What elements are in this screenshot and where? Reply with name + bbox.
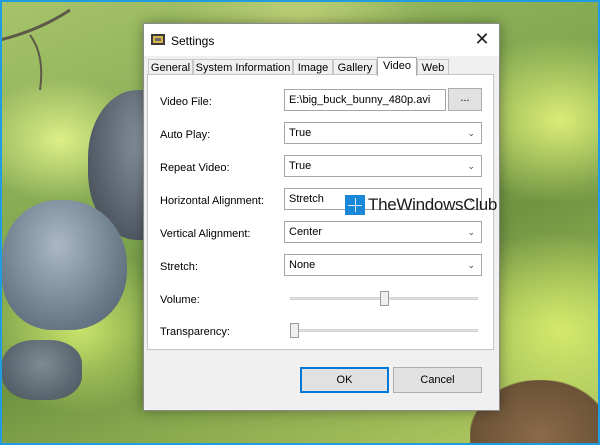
tab-general[interactable]: General: [148, 59, 193, 75]
chevron-down-icon: ⌄: [467, 128, 475, 138]
tab-gallery[interactable]: Gallery: [333, 59, 377, 75]
horizontal-alignment-value: Stretch: [289, 193, 324, 205]
repeat-video-select[interactable]: True ⌄: [284, 155, 482, 177]
close-icon: ✕: [474, 28, 490, 49]
auto-play-value: True: [289, 127, 312, 139]
horizontal-alignment-label: Horizontal Alignment:: [160, 195, 264, 207]
chevron-down-icon: ⌄: [467, 260, 475, 270]
tab-web[interactable]: Web: [417, 59, 449, 75]
close-button[interactable]: ✕: [465, 24, 499, 54]
volume-slider-thumb[interactable]: [379, 291, 389, 306]
title-bar: Settings ✕: [144, 24, 499, 56]
tab-image[interactable]: Image: [293, 59, 333, 75]
watermark-text: TheWindowsClub: [368, 195, 498, 214]
browse-button[interactable]: ...: [448, 88, 482, 111]
tab-video[interactable]: Video: [377, 57, 417, 76]
tab-system-information[interactable]: System Information: [193, 59, 293, 75]
stretch-select[interactable]: None ⌄: [284, 254, 482, 276]
settings-dialog: Settings ✕ General System Information Im…: [143, 23, 500, 411]
watermark: TheWindowsClub: [345, 195, 497, 215]
repeat-video-value: True: [289, 160, 312, 172]
auto-play-select[interactable]: True ⌄: [284, 122, 482, 144]
transparency-slider-thumb[interactable]: [290, 323, 299, 338]
stretch-label: Stretch:: [160, 261, 198, 273]
ok-button[interactable]: OK: [300, 367, 389, 393]
cancel-button[interactable]: Cancel: [393, 367, 482, 393]
video-file-input[interactable]: E:\big_buck_bunny_480p.avi: [284, 89, 446, 111]
repeat-video-label: Repeat Video:: [160, 162, 230, 174]
volume-label: Volume:: [160, 294, 200, 306]
vertical-alignment-label: Vertical Alignment:: [160, 228, 251, 240]
stretch-value: None: [289, 259, 316, 271]
auto-play-label: Auto Play:: [160, 129, 211, 141]
vertical-alignment-select[interactable]: Center ⌄: [284, 221, 482, 243]
transparency-label: Transparency:: [160, 326, 230, 338]
rock-shape: [2, 200, 127, 330]
chevron-down-icon: ⌄: [467, 161, 475, 171]
vertical-alignment-value: Center: [289, 226, 323, 238]
windows-logo-icon: [345, 195, 365, 215]
window-title: Settings: [171, 34, 215, 48]
video-file-label: Video File:: [160, 96, 212, 108]
settings-app-icon: [151, 34, 165, 45]
transparency-slider-track[interactable]: [290, 329, 478, 332]
rock-shape: [2, 340, 82, 400]
chevron-down-icon: ⌄: [467, 227, 475, 237]
